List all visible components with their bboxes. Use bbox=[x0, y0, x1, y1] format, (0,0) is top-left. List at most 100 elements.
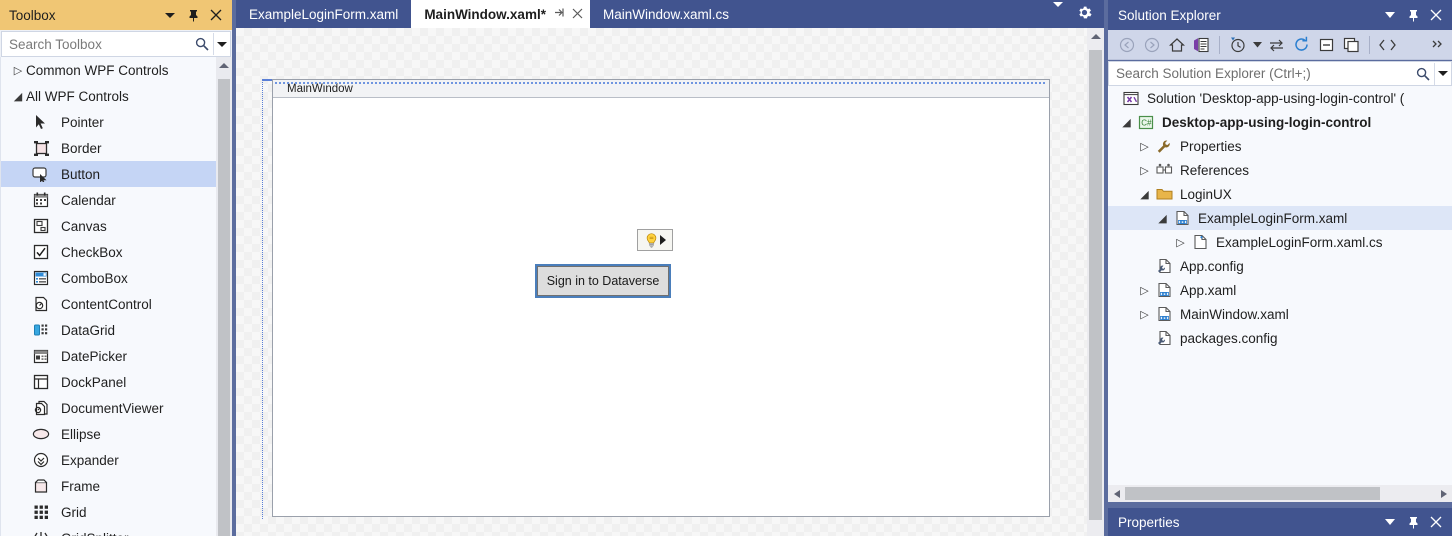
sign-in-to-dataverse-button[interactable]: Sign in to Dataverse bbox=[535, 264, 671, 298]
scroll-left-arrow-icon[interactable] bbox=[1108, 485, 1125, 502]
solution-explorer-close-icon[interactable] bbox=[1429, 7, 1443, 23]
toolbox-search-row[interactable] bbox=[1, 31, 231, 57]
chevron-right-icon[interactable]: ▷ bbox=[1136, 140, 1153, 153]
design-mainwindow-frame[interactable]: MainWindow Sign in to Dataverse bbox=[272, 79, 1050, 517]
horizontal-scrollbar-thumb[interactable] bbox=[1125, 487, 1380, 500]
tree-item-references[interactable]: ▷ References bbox=[1108, 158, 1452, 182]
show-all-files-icon[interactable] bbox=[1339, 33, 1364, 57]
scroll-right-arrow-icon[interactable] bbox=[1435, 485, 1452, 502]
sync-with-active-document-icon[interactable] bbox=[1264, 33, 1289, 57]
xaml-file-icon bbox=[1153, 282, 1175, 298]
history-clock-icon[interactable] bbox=[1225, 33, 1250, 57]
tree-item-examplelogin-form-xaml[interactable]: ◢ ExampleLoginForm.xaml bbox=[1108, 206, 1452, 230]
tree-item-properties[interactable]: ▷ Properties bbox=[1108, 134, 1452, 158]
toolbox-item-combobox[interactable]: ComboBox bbox=[1, 265, 216, 291]
tab-close-icon[interactable] bbox=[572, 6, 583, 22]
collapse-all-icon[interactable] bbox=[1314, 33, 1339, 57]
toolbox-item-grid[interactable]: Grid bbox=[1, 499, 216, 525]
history-dropdown-icon[interactable] bbox=[1250, 33, 1264, 57]
toolbox-item-ellipse[interactable]: Ellipse bbox=[1, 421, 216, 447]
properties-close-icon[interactable] bbox=[1429, 514, 1443, 530]
design-window-body[interactable]: Sign in to Dataverse bbox=[273, 98, 1049, 516]
toolbox-item-datepicker[interactable]: DatePicker bbox=[1, 343, 216, 369]
properties-dropdown-icon[interactable] bbox=[1383, 514, 1397, 530]
solution-explorer-horizontal-scrollbar[interactable] bbox=[1108, 485, 1452, 502]
toolbar-overflow-chevron-icon[interactable] bbox=[1430, 33, 1446, 57]
forward-icon[interactable] bbox=[1139, 33, 1164, 57]
toolbox-item-dockpanel[interactable]: DockPanel bbox=[1, 369, 216, 395]
tree-item-solution[interactable]: Solution 'Desktop-app-using-login-contro… bbox=[1108, 86, 1452, 110]
home-icon[interactable] bbox=[1164, 33, 1189, 57]
toolbox-item-label: DocumentViewer bbox=[61, 400, 164, 416]
tab-examplelogin-form-xaml[interactable]: ExampleLoginForm.xaml bbox=[236, 0, 412, 28]
solution-explorer-search-row[interactable] bbox=[1108, 61, 1452, 86]
toolbox-item-button[interactable]: Button bbox=[1, 161, 216, 187]
toolbox-item-documentviewer[interactable]: DocumentViewer bbox=[1, 395, 216, 421]
properties-pin-icon[interactable] bbox=[1406, 514, 1420, 530]
toolbox-item-canvas[interactable]: Canvas bbox=[1, 213, 216, 239]
search-icon bbox=[191, 37, 213, 51]
toolbox-item-expander[interactable]: Expander bbox=[1, 447, 216, 473]
toolbox-group-common-wpf-controls[interactable]: ▷ Common WPF Controls bbox=[1, 57, 216, 83]
xaml-file-icon bbox=[1171, 210, 1193, 226]
tab-mainwindow-xaml-cs[interactable]: MainWindow.xaml.cs bbox=[589, 0, 742, 28]
toolbox-item-calendar[interactable]: Calendar bbox=[1, 187, 216, 213]
toolbox-item-label: Border bbox=[61, 140, 102, 156]
toolbox-item-border[interactable]: Border bbox=[1, 135, 216, 161]
toolbox-item-gridsplitter[interactable]: GridSplitter bbox=[1, 525, 216, 536]
toolbox-scrollbar-thumb[interactable] bbox=[218, 79, 230, 536]
tab-pin-icon[interactable] bbox=[554, 7, 565, 21]
toolbox-item-pointer[interactable]: Pointer bbox=[1, 109, 216, 135]
chevron-down-icon[interactable]: ◢ bbox=[1118, 116, 1135, 129]
toolbox-pin-icon[interactable] bbox=[186, 7, 200, 23]
toolbox-item-datagrid[interactable]: DataGrid bbox=[1, 317, 216, 343]
tree-item-project[interactable]: ◢ C# Desktop-app-using-login-control bbox=[1108, 110, 1452, 134]
tab-overflow-dropdown-icon[interactable] bbox=[1053, 1, 1063, 22]
chevron-right-icon[interactable]: ▷ bbox=[1172, 236, 1189, 249]
chevron-down-icon[interactable]: ◢ bbox=[1136, 188, 1153, 201]
back-icon[interactable] bbox=[1114, 33, 1139, 57]
tab-mainwindow-xaml[interactable]: MainWindow.xaml* bbox=[411, 0, 590, 28]
toolbox-item-frame[interactable]: Frame bbox=[1, 473, 216, 499]
toolbox-close-icon[interactable] bbox=[209, 7, 223, 23]
chevron-down-icon[interactable]: ◢ bbox=[10, 90, 26, 103]
design-scrollbar-thumb[interactable] bbox=[1089, 50, 1102, 520]
smart-tag-expand-arrow-icon[interactable] bbox=[659, 235, 666, 245]
scroll-up-arrow-icon[interactable] bbox=[1087, 28, 1104, 45]
tree-item-examplelogin-form-xaml-cs[interactable]: ▷ ExampleLoginForm.xaml.cs bbox=[1108, 230, 1452, 254]
tree-item-label: Solution 'Desktop-app-using-login-contro… bbox=[1147, 90, 1405, 106]
search-toolbox-input[interactable] bbox=[2, 35, 191, 53]
pending-changes-icon[interactable] bbox=[1189, 33, 1214, 57]
tree-item-app-config[interactable]: App.config bbox=[1108, 254, 1452, 278]
toolbox-item-checkbox[interactable]: CheckBox bbox=[1, 239, 216, 265]
solution-explorer-dropdown-icon[interactable] bbox=[1383, 7, 1397, 23]
xaml-design-surface[interactable]: MainWindow Sign in to Dataverse bbox=[236, 28, 1104, 536]
chevron-right-icon[interactable]: ▷ bbox=[1136, 164, 1153, 177]
chevron-down-icon[interactable]: ◢ bbox=[1154, 212, 1171, 225]
toolbox-scrollbar[interactable] bbox=[216, 57, 232, 536]
search-solution-explorer-input[interactable] bbox=[1109, 65, 1412, 82]
refresh-icon[interactable] bbox=[1289, 33, 1314, 57]
scroll-up-arrow-icon[interactable] bbox=[216, 57, 232, 74]
tree-item-label: LoginUX bbox=[1180, 186, 1232, 202]
tree-item-mainwindow-xaml[interactable]: ▷ MainWindow.xaml bbox=[1108, 302, 1452, 326]
toolbox-item-label: Grid bbox=[61, 504, 87, 520]
tree-item-packages-config[interactable]: packages.config bbox=[1108, 326, 1452, 350]
chevron-right-icon[interactable]: ▷ bbox=[1136, 308, 1153, 321]
chevron-right-icon[interactable]: ▷ bbox=[10, 64, 26, 77]
tree-item-loginux-folder[interactable]: ◢ LoginUX bbox=[1108, 182, 1452, 206]
toolbox-item-contentcontrol[interactable]: ContentControl bbox=[1, 291, 216, 317]
view-code-icon[interactable] bbox=[1375, 33, 1400, 57]
dockpanel-icon bbox=[27, 372, 55, 392]
search-options-dropdown-icon[interactable] bbox=[214, 41, 230, 47]
toolbox-group-all-wpf-controls[interactable]: ◢ All WPF Controls bbox=[1, 83, 216, 109]
solution-explorer-pin-icon[interactable] bbox=[1406, 7, 1420, 23]
search-options-dropdown-icon[interactable] bbox=[1435, 71, 1451, 76]
smart-tag-panel[interactable] bbox=[637, 229, 673, 251]
chevron-right-icon[interactable]: ▷ bbox=[1136, 284, 1153, 297]
design-vertical-scrollbar[interactable] bbox=[1087, 28, 1104, 536]
toolbox-dropdown-icon[interactable] bbox=[163, 7, 177, 23]
tree-item-app-xaml[interactable]: ▷ App.xaml bbox=[1108, 278, 1452, 302]
editor-settings-gear-icon[interactable] bbox=[1077, 5, 1092, 23]
lightbulb-icon[interactable] bbox=[645, 232, 658, 248]
